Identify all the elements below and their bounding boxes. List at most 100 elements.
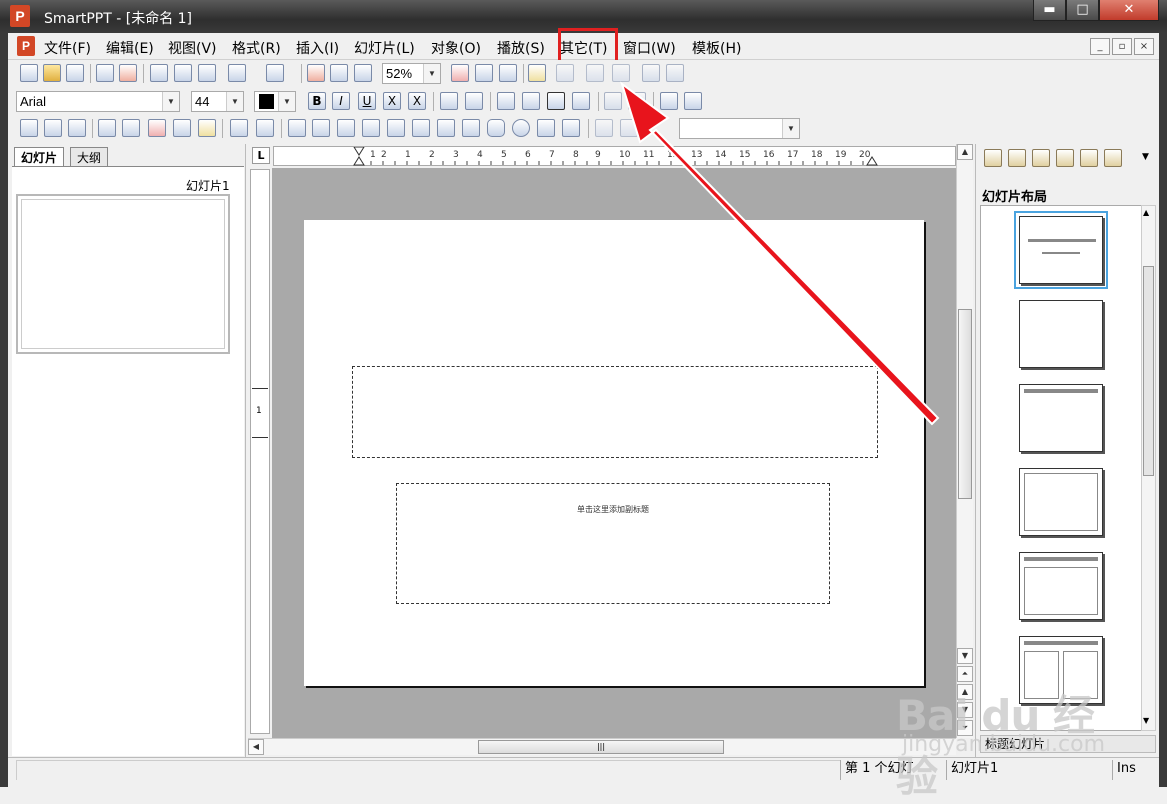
elbow-connector-icon[interactable] [412,119,430,137]
open-icon[interactable] [43,64,61,82]
align-right-icon[interactable] [522,92,540,110]
layout-scrollbar[interactable]: ▲ ▼ [1141,205,1156,731]
style-select[interactable]: ▼ [679,118,800,139]
group-icon[interactable] [595,119,613,137]
tab-slides[interactable]: 幻灯片 [14,147,65,166]
ole-icon[interactable] [98,119,116,137]
list-format-icon[interactable] [499,64,517,82]
menu-window[interactable]: 窗口(W) [623,38,676,58]
scroll-up-button[interactable]: ▲ [957,144,973,160]
mdi-minimize-button[interactable]: _ [1090,38,1110,55]
align-left-icon[interactable] [497,92,515,110]
mdi-restore-button[interactable]: ▫ [1112,38,1132,55]
tool-icon[interactable] [612,64,630,82]
indent-icon[interactable] [604,92,622,110]
table-icon[interactable] [44,119,62,137]
print-icon[interactable] [96,64,114,82]
font-grow-icon[interactable] [440,92,458,110]
paste-icon[interactable] [198,64,216,82]
chevron-down-icon[interactable]: ▼ [162,92,179,111]
text-style-icon[interactable] [451,64,469,82]
slide-thumbnail[interactable] [16,194,230,354]
menu-insert[interactable]: 插入(I) [296,38,339,58]
zoom-fit-icon[interactable] [330,64,348,82]
chevron-down-icon[interactable]: ▼ [782,119,799,138]
scroll-left-button[interactable]: ◀ [248,739,264,755]
horizontal-ruler[interactable]: 1 2 1 2 3 4 5 6 7 8 9 10 11 12 13 14 15 … [273,146,956,166]
menu-view[interactable]: 视图(V) [168,38,217,58]
layout-title-only[interactable] [1019,384,1103,452]
layout-content[interactable] [1019,468,1103,536]
text-frame-icon[interactable] [148,119,166,137]
vertical-scrollbar[interactable]: ▲ ▼ ⏶ ▲ ▼ ⏷ [956,144,973,738]
copy-icon[interactable] [174,64,192,82]
image-icon[interactable] [68,119,86,137]
redo-icon[interactable] [266,64,284,82]
movie-icon[interactable] [230,119,248,137]
numbered-list-icon[interactable] [684,92,702,110]
strikethrough-button[interactable]: X [383,92,401,110]
layout-title-content[interactable] [1019,552,1103,620]
curve-icon[interactable] [337,119,355,137]
tab-outline[interactable]: 大纲 [70,147,109,166]
clear-format-button[interactable]: X [408,92,426,110]
new-icon[interactable] [20,64,38,82]
template-icon[interactable] [1104,149,1122,167]
pencil-icon[interactable] [312,119,330,137]
scroll-down-icon[interactable]: ▼ [1143,716,1149,725]
bold-button[interactable]: B [308,92,326,110]
menu-slide[interactable]: 幻灯片(L) [354,38,415,58]
outdent-icon[interactable] [628,92,646,110]
minimize-button[interactable]: ▬ [1033,0,1066,21]
rounded-rectangle-icon[interactable] [487,119,505,137]
font-name-select[interactable]: Arial ▼ [16,91,180,112]
table-frame-icon[interactable] [20,119,38,137]
vertical-ruler[interactable]: 1 [250,169,270,734]
pdf-icon[interactable] [119,64,137,82]
scroll-up-icon[interactable]: ▲ [1143,208,1149,217]
color-scheme-icon[interactable] [1032,149,1050,167]
rectangle-icon[interactable] [462,119,480,137]
justify-icon[interactable] [572,92,590,110]
font-size-select[interactable]: 44 ▼ [191,91,244,112]
cut-icon[interactable] [150,64,168,82]
chevron-down-icon[interactable]: ▼ [1142,152,1149,162]
animation-icon[interactable] [1056,149,1074,167]
layout-scroll-thumb[interactable] [1143,266,1154,476]
chevron-down-icon[interactable]: ▼ [423,64,440,83]
wordart-icon[interactable] [562,119,580,137]
text-box-icon[interactable] [642,64,660,82]
font-shrink-icon[interactable] [465,92,483,110]
hscroll-thumb[interactable]: ||| [478,740,724,754]
mdi-close-button[interactable]: × [1134,38,1154,55]
menu-template[interactable]: 模板(H) [692,38,741,58]
slide[interactable]: 单击这里添加副标题 [304,220,924,686]
document-icon[interactable]: P [17,36,35,56]
italic-button[interactable]: I [332,92,350,110]
spell-check-icon[interactable] [586,64,604,82]
chevron-down-icon[interactable]: ▼ [226,92,243,111]
menu-play[interactable]: 播放(S) [497,38,545,58]
menu-file[interactable]: 文件(F) [44,38,91,58]
media-icon[interactable] [256,119,274,137]
slide-canvas[interactable]: 单击这里添加副标题 [272,168,957,738]
chart-icon[interactable] [122,119,140,137]
menu-format[interactable]: 格式(R) [232,38,281,58]
undo-icon[interactable] [228,64,246,82]
ellipse-icon[interactable] [512,119,530,137]
align-objects-icon[interactable] [620,119,638,137]
connector-icon[interactable] [387,119,405,137]
chevron-down-icon[interactable]: ▼ [278,92,295,111]
paragraph-frame-icon[interactable] [198,119,216,137]
align-center-icon[interactable] [547,92,565,110]
design-icon[interactable] [1008,149,1026,167]
curved-connector-icon[interactable] [437,119,455,137]
layout-title-slide[interactable] [1014,211,1108,289]
font-color-select[interactable]: ▼ [254,91,296,112]
underline-button[interactable]: U [358,92,376,110]
shapes-icon[interactable] [537,119,555,137]
zoom-select[interactable]: 52% ▼ [382,63,441,84]
maximize-button[interactable]: □ [1066,0,1099,21]
format-icon[interactable] [475,64,493,82]
title-placeholder[interactable] [352,366,878,458]
